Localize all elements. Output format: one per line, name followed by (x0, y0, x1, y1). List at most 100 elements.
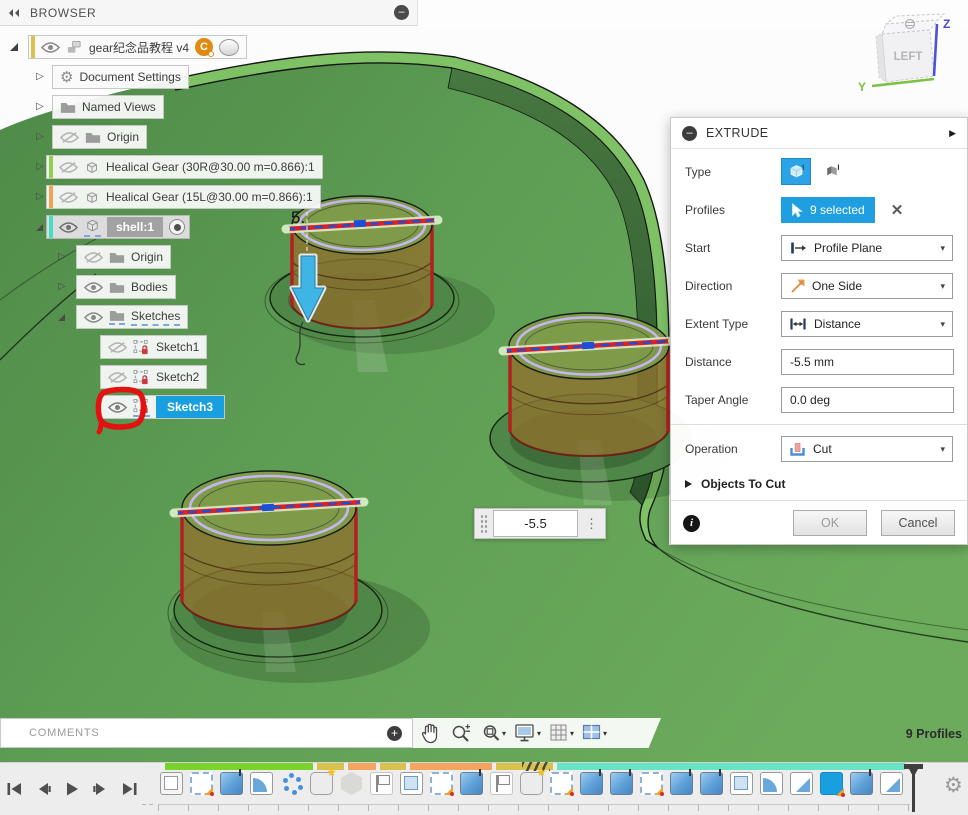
expand-arrow[interactable]: ▷ (36, 131, 44, 142)
timeline-fillet-icon[interactable] (760, 772, 783, 795)
ok-button[interactable]: OK (793, 510, 867, 536)
dialog-flyout-icon[interactable]: ▶ (949, 128, 956, 139)
collapse-panel-icon[interactable] (8, 8, 20, 18)
add-comment-icon[interactable]: + (387, 726, 402, 741)
eye-hidden-icon[interactable] (59, 191, 78, 204)
tree-row-origin[interactable]: Origin (52, 125, 147, 149)
extent-type-dropdown[interactable]: Distance ▾ (781, 311, 953, 337)
timeline-settings-gear-icon[interactable]: ⚙ (944, 775, 963, 796)
distance-value-input[interactable] (493, 510, 578, 537)
extrude-dialog-header[interactable]: – EXTRUDE ▶ (671, 118, 967, 149)
taper-angle-input[interactable] (781, 387, 954, 413)
direction-dropdown[interactable]: One Side ▾ (781, 273, 953, 299)
expand-arrow[interactable]: ▷ (36, 71, 44, 82)
eye-hidden-icon[interactable] (60, 131, 79, 144)
timeline-newcomp-icon[interactable] (520, 772, 543, 795)
timeline-newcomp-icon[interactable] (310, 772, 333, 795)
timeline-sketch-icon[interactable] (550, 772, 573, 795)
drag-handle[interactable] (480, 514, 488, 534)
tree-row-shell-active[interactable]: shell:1 (46, 215, 190, 239)
eye-visible-icon[interactable] (108, 401, 127, 414)
fit-button[interactable]: ▾ (481, 723, 506, 743)
step-back-button[interactable] (36, 781, 52, 797)
timeline-extrude-icon[interactable] (850, 772, 873, 795)
timeline-sketch-icon[interactable] (190, 772, 213, 795)
objects-to-cut-section[interactable]: Objects To Cut (671, 468, 967, 500)
tree-row-shell-origin[interactable]: Origin (76, 245, 171, 269)
play-button[interactable] (64, 781, 80, 797)
expand-arrow[interactable] (10, 43, 18, 54)
expand-arrow[interactable]: ▷ (36, 101, 44, 112)
timeline-extrude-icon[interactable] (220, 772, 243, 795)
kebab-menu-icon[interactable]: ⋮ (583, 517, 600, 530)
eye-visible-icon[interactable] (59, 221, 78, 234)
timeline-extrude-icon[interactable] (670, 772, 693, 795)
timeline-chamfer-icon[interactable] (880, 772, 903, 795)
timeline-extrude-icon[interactable] (580, 772, 603, 795)
zoom-button[interactable] (450, 723, 472, 744)
grid-snap-button[interactable]: ▾ (549, 723, 574, 743)
go-to-start-button[interactable] (6, 781, 24, 797)
activate-component-radio[interactable] (169, 219, 185, 235)
timeline-form-icon[interactable] (340, 772, 363, 795)
tree-row-sketch2[interactable]: Sketch2 (100, 365, 207, 389)
expand-arrow[interactable]: ▷ (36, 191, 44, 202)
tree-row-healical-gear-15l[interactable]: Healical Gear (15L@30.00 m=0.866):1 (46, 185, 321, 209)
timeline-extrude-icon[interactable] (460, 772, 483, 795)
eye-hidden-icon[interactable] (108, 371, 127, 384)
timeline-component-icon[interactable] (160, 772, 183, 795)
step-forward-button[interactable] (92, 781, 108, 797)
expand-arrow[interactable]: ▷ (36, 161, 44, 172)
timeline-playhead[interactable] (904, 764, 923, 812)
clear-selection-icon[interactable]: ✕ (891, 201, 904, 219)
expand-arrow[interactable] (58, 313, 65, 324)
timeline-flag-icon[interactable] (370, 772, 393, 795)
timeline-sketch-icon[interactable] (640, 772, 663, 795)
timeline-box-icon[interactable] (730, 772, 753, 795)
collaboration-badge[interactable]: C (195, 38, 213, 56)
tree-row-bodies[interactable]: Bodies (76, 275, 176, 299)
start-dropdown[interactable]: Profile Plane ▾ (781, 235, 953, 261)
comments-bar[interactable]: COMMENTS + (0, 718, 413, 748)
distance-input[interactable] (781, 349, 954, 375)
timeline-flag-icon[interactable] (490, 772, 513, 795)
viewports-button[interactable]: ▾ (582, 724, 607, 742)
browser-minimize-icon[interactable]: – (394, 5, 409, 20)
dialog-collapse-icon[interactable]: – (682, 126, 697, 141)
eye-visible-icon[interactable] (41, 41, 60, 54)
timeline-chamfer-icon[interactable] (790, 772, 813, 795)
cancel-button[interactable]: Cancel (881, 510, 955, 536)
display-settings-button[interactable]: ▾ (514, 723, 541, 743)
tree-row-root-component[interactable]: gear纪念品教程 v4 C (28, 35, 247, 59)
timeline-pattern-icon[interactable] (280, 772, 303, 795)
eye-hidden-icon[interactable] (84, 251, 103, 264)
eye-visible-icon[interactable] (84, 281, 103, 294)
view-cube[interactable]: LEFT Z Y (852, 8, 965, 104)
timeline-fillet-icon[interactable] (250, 772, 273, 795)
pan-button[interactable] (420, 722, 441, 744)
eye-hidden-icon[interactable] (59, 161, 78, 174)
timeline-sketch-icon[interactable] (820, 772, 843, 795)
profiles-selection-button[interactable]: 9 selected (781, 197, 875, 223)
extrude-solid-type-button[interactable] (781, 158, 811, 185)
eye-hidden-icon[interactable] (108, 341, 127, 354)
timeline-sketch-icon[interactable] (430, 772, 453, 795)
timeline-extrude-icon[interactable] (700, 772, 723, 795)
eye-visible-icon[interactable] (84, 311, 103, 324)
timeline-box-icon[interactable] (400, 772, 423, 795)
info-icon[interactable]: i (683, 515, 700, 532)
tree-row-sketches[interactable]: Sketches (76, 305, 188, 329)
timeline-extrude-icon[interactable] (610, 772, 633, 795)
tree-row-sketch1[interactable]: Sketch1 (100, 335, 207, 359)
tree-row-sketch3-selected[interactable]: Sketch3 (100, 395, 225, 419)
expand-arrow[interactable] (36, 223, 43, 234)
tree-row-healical-gear-30r[interactable]: Healical Gear (30R@30.00 m=0.866):1 (46, 155, 323, 179)
extrude-thin-type-button[interactable] (817, 158, 847, 185)
expand-arrow[interactable]: ▷ (58, 251, 66, 262)
tree-row-named-views[interactable]: Named Views (52, 95, 164, 119)
expand-arrow[interactable]: ▷ (58, 281, 66, 292)
operation-dropdown[interactable]: Cut ▾ (781, 436, 953, 462)
viewcube-face-label[interactable]: LEFT (894, 51, 923, 63)
go-to-end-button[interactable] (120, 781, 138, 797)
tree-row-document-settings[interactable]: ⚙ Document Settings (52, 65, 189, 89)
